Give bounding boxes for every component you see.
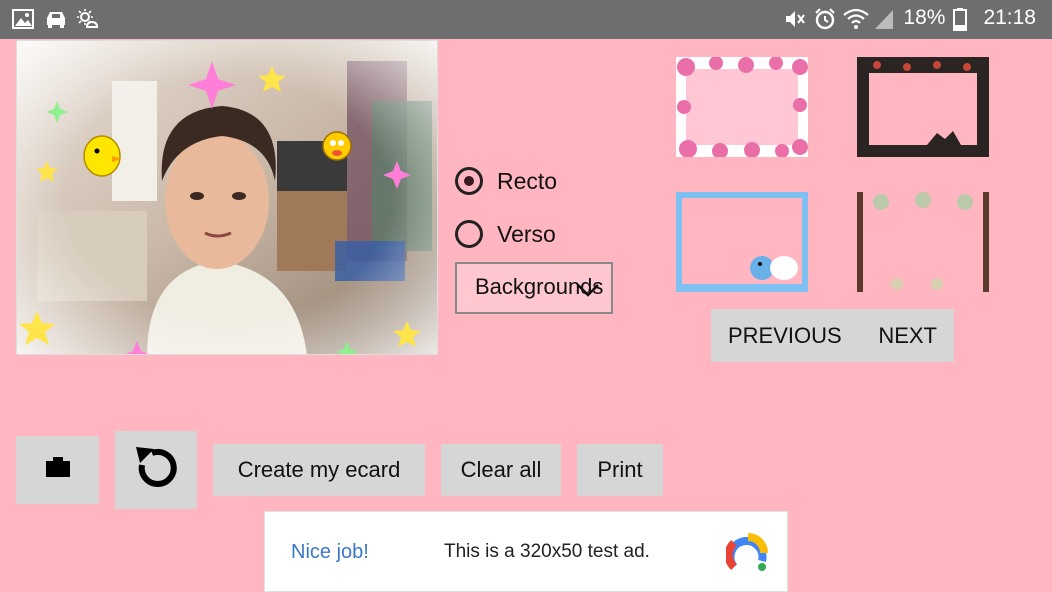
- image-icon: [12, 8, 34, 30]
- radio-verso-circle[interactable]: [455, 220, 483, 248]
- thumbnail-blue-cartoon-frame[interactable]: [676, 192, 808, 292]
- rotate-button[interactable]: [115, 431, 197, 509]
- radio-verso[interactable]: Verso: [455, 220, 556, 248]
- wifi-icon: [843, 7, 870, 29]
- camera-icon: [45, 456, 71, 484]
- print-button[interactable]: Print: [577, 444, 663, 496]
- ad-logo-icon: [724, 531, 770, 580]
- alarm-icon: [813, 7, 836, 30]
- status-bar: 18% 21:18: [0, 0, 1052, 39]
- rotate-icon: [128, 439, 184, 501]
- ad-text: This is a 320x50 test ad.: [444, 541, 650, 562]
- clear-all-button[interactable]: Clear all: [441, 444, 561, 496]
- radio-recto-circle[interactable]: [455, 167, 483, 195]
- clock-time: 21:18: [983, 6, 1036, 29]
- selfie-image: [17, 41, 437, 354]
- signal-icon: [873, 7, 895, 29]
- weather-icon: [76, 8, 99, 30]
- radio-recto[interactable]: Recto: [455, 167, 557, 195]
- car-icon: [44, 8, 66, 30]
- camera-button[interactable]: [16, 436, 99, 504]
- nav-buttons: PREVIOUS NEXT: [711, 309, 954, 362]
- thumbnail-pink-flowers-frame[interactable]: [676, 57, 808, 157]
- next-button[interactable]: NEXT: [878, 323, 937, 349]
- previous-button[interactable]: PREVIOUS: [728, 323, 842, 349]
- battery-percent: 18%: [903, 6, 946, 29]
- radio-verso-label: Verso: [497, 220, 556, 247]
- radio-recto-label: Recto: [497, 167, 558, 194]
- thumbnail-vintage-frame[interactable]: [857, 192, 989, 292]
- ad-banner[interactable]: Nice job! This is a 320x50 test ad.: [264, 511, 788, 592]
- ad-title: Nice job!: [291, 541, 369, 563]
- thumbnail-dark-floral-frame[interactable]: [857, 57, 989, 157]
- chevron-down-icon: [575, 279, 601, 305]
- mute-icon: [783, 7, 806, 29]
- ecard-photo-preview[interactable]: [16, 40, 438, 355]
- create-ecard-button[interactable]: Create my ecard: [213, 444, 425, 496]
- category-dropdown[interactable]: Backgrounds: [455, 262, 613, 314]
- battery-icon: [953, 7, 975, 31]
- bird-sticker: [322, 131, 352, 161]
